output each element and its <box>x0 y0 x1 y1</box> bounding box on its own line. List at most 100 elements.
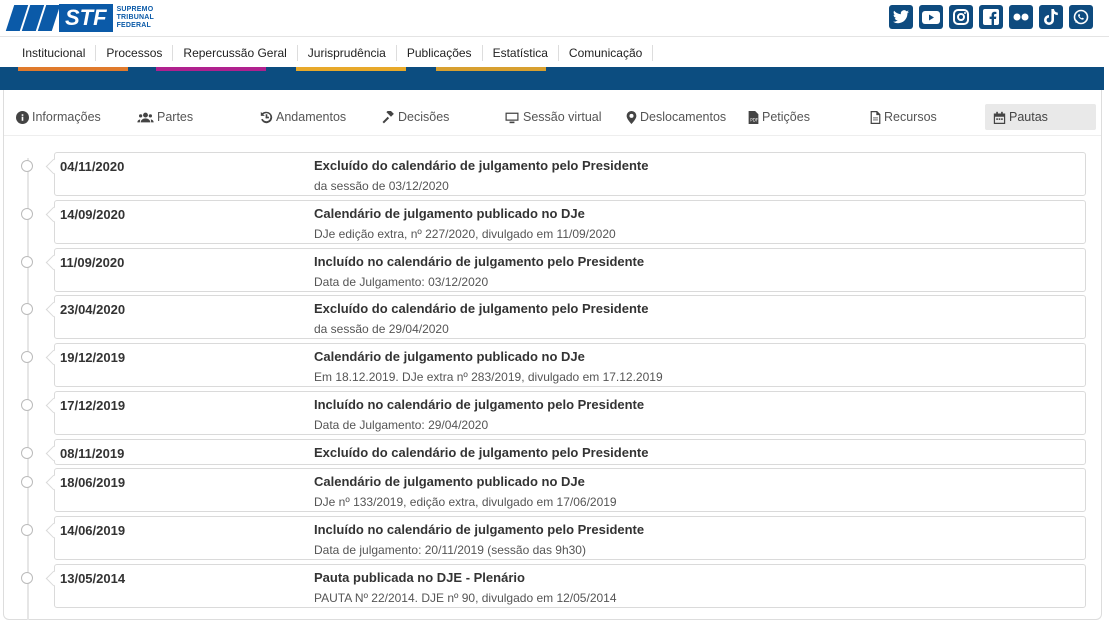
entry-description: Em 18.12.2019. DJe extra nº 283/2019, di… <box>314 370 663 384</box>
tab-andamentos[interactable]: Andamentos <box>260 104 346 130</box>
timeline-dot <box>21 572 33 584</box>
pauta-entry: 23/04/2020 Excluído do calendário de jul… <box>54 295 1086 339</box>
entry-description: PAUTA Nº 22/2014. DJE nº 90, divulgado e… <box>314 591 617 605</box>
nav-comunicacao[interactable]: Comunicação <box>559 44 654 61</box>
logo-word-2: TRIBUNAL <box>116 14 154 21</box>
map-marker-icon <box>626 110 637 124</box>
main-nav: Institucional Processos Repercussão Gera… <box>0 38 1109 67</box>
nav-repercussao-geral[interactable]: Repercussão Geral <box>173 44 298 61</box>
whatsapp-icon[interactable] <box>1069 5 1093 29</box>
entry-date: 17/12/2019 <box>60 398 126 413</box>
entry-description: Data de Julgamento: 29/04/2020 <box>314 418 489 432</box>
entry-date: 14/06/2019 <box>60 523 126 538</box>
pauta-entry: 13/05/2014 Pauta publicada no DJE - Plen… <box>54 564 1086 608</box>
entry-title: Incluído no calendário de julgamento pel… <box>314 397 645 412</box>
tiktok-icon[interactable] <box>1039 5 1063 29</box>
entry-description: DJe nº 133/2019, edição extra, divulgado… <box>314 495 617 509</box>
pauta-entry: 19/12/2019 Calendário de julgamento publ… <box>54 343 1086 387</box>
nav-publicacoes[interactable]: Publicações <box>397 44 483 61</box>
tab-decisoes[interactable]: Decisões <box>382 104 449 130</box>
pauta-entry: 08/11/2019 Excluído do calendário de jul… <box>54 439 1086 465</box>
section-band <box>0 67 1104 90</box>
entry-description: Data de Julgamento: 03/12/2020 <box>314 275 489 289</box>
tab-label: Andamentos <box>276 110 347 124</box>
logo-text: STF <box>59 4 113 32</box>
gavel-icon <box>382 110 394 123</box>
document-icon <box>870 110 881 124</box>
tab-label: Deslocamentos <box>640 110 727 124</box>
entry-date: 18/06/2019 <box>60 475 126 490</box>
entry-title: Excluído do calendário de julgamento pel… <box>314 445 649 460</box>
facebook-icon[interactable] <box>979 5 1003 29</box>
pauta-entry: 17/12/2019 Incluído no calendário de jul… <box>54 391 1086 435</box>
nav-jurisprudencia[interactable]: Jurisprudência <box>298 44 397 61</box>
entry-title: Excluído do calendário de julgamento pel… <box>314 158 649 173</box>
tab-deslocamentos[interactable]: Deslocamentos <box>626 104 726 130</box>
entry-title: Calendário de julgamento publicado no DJ… <box>314 474 585 489</box>
pauta-entry: 14/09/2020 Calendário de julgamento publ… <box>54 200 1086 244</box>
timeline-dot <box>21 303 33 315</box>
process-panel: Informações Partes Andamentos Decisões S… <box>3 90 1102 620</box>
entry-description: da sessão de 03/12/2020 <box>314 179 449 193</box>
process-tabs: Informações Partes Andamentos Decisões S… <box>4 90 1101 136</box>
accent-yellow <box>296 67 406 71</box>
entry-title: Calendário de julgamento publicado no DJ… <box>314 206 585 221</box>
tab-sessao-virtual[interactable]: Sessão virtual <box>504 104 602 130</box>
entry-description: da sessão de 29/04/2020 <box>314 322 449 336</box>
tab-pautas[interactable]: Pautas <box>985 104 1096 130</box>
timeline-dot <box>21 524 33 536</box>
entry-title: Excluído do calendário de julgamento pel… <box>314 301 649 316</box>
social-links <box>889 5 1093 29</box>
pauta-entry: 14/06/2019 Incluído no calendário de jul… <box>54 516 1086 560</box>
accent-orange <box>18 67 128 71</box>
pauta-entry: 18/06/2019 Calendário de julgamento publ… <box>54 468 1086 512</box>
timeline-dot <box>21 256 33 268</box>
entry-date: 23/04/2020 <box>60 302 126 317</box>
tab-informacoes[interactable]: Informações <box>16 104 101 130</box>
entry-date: 08/11/2019 <box>60 446 125 461</box>
accent-magenta <box>156 67 266 71</box>
entry-date: 04/11/2020 <box>60 159 125 174</box>
timeline-dot <box>21 160 33 172</box>
tab-label: Partes <box>157 110 194 124</box>
stf-logo[interactable]: STF SUPREMO TRIBUNAL FEDERAL <box>5 3 154 33</box>
timeline-dot <box>21 208 33 220</box>
tab-label: Petições <box>762 110 810 124</box>
timeline-line <box>27 158 29 620</box>
tab-recursos[interactable]: Recursos <box>870 104 937 130</box>
entry-description: Data de julgamento: 20/11/2019 (sessão d… <box>314 543 586 557</box>
logo-word-1: SUPREMO <box>116 6 154 13</box>
entry-date: 14/09/2020 <box>60 207 126 222</box>
site-header: STF SUPREMO TRIBUNAL FEDERAL <box>0 0 1109 37</box>
entry-title: Incluído no calendário de julgamento pel… <box>314 522 645 537</box>
logo-words: SUPREMO TRIBUNAL FEDERAL <box>117 6 154 30</box>
entry-date: 13/05/2014 <box>60 571 126 586</box>
timeline-dot <box>21 351 33 363</box>
info-icon <box>16 110 29 124</box>
tab-label: Recursos <box>884 110 937 124</box>
twitter-icon[interactable] <box>889 5 913 29</box>
tab-label: Decisões <box>398 110 450 124</box>
pauta-entry: 04/11/2020 Excluído do calendário de jul… <box>54 152 1086 196</box>
flickr-icon[interactable] <box>1009 5 1033 29</box>
youtube-icon[interactable] <box>919 5 943 29</box>
accent-gold <box>436 67 546 71</box>
entry-title: Pauta publicada no DJE - Plenário <box>314 570 525 585</box>
logo-word-3: FEDERAL <box>116 22 152 29</box>
tab-label: Pautas <box>1009 110 1048 124</box>
nav-estatistica[interactable]: Estatística <box>483 44 559 61</box>
entry-date: 11/09/2020 <box>60 255 125 270</box>
pdf-file-icon: PDF <box>748 110 759 124</box>
history-icon <box>260 111 273 123</box>
tab-peticoes[interactable]: PDF Petições <box>748 104 810 130</box>
tab-partes[interactable]: Partes <box>137 104 193 130</box>
logo-mark <box>5 5 61 31</box>
timeline-dot <box>21 447 33 459</box>
tab-label: Informações <box>32 110 101 124</box>
pauta-entry: 11/09/2020 Incluído no calendário de jul… <box>54 248 1086 292</box>
svg-text:PDF: PDF <box>750 117 759 122</box>
nav-institucional[interactable]: Institucional <box>12 44 97 61</box>
entry-description: DJe edição extra, nº 227/2020, divulgado… <box>314 227 616 241</box>
instagram-icon[interactable] <box>949 5 973 29</box>
nav-processos[interactable]: Processos <box>96 44 174 61</box>
